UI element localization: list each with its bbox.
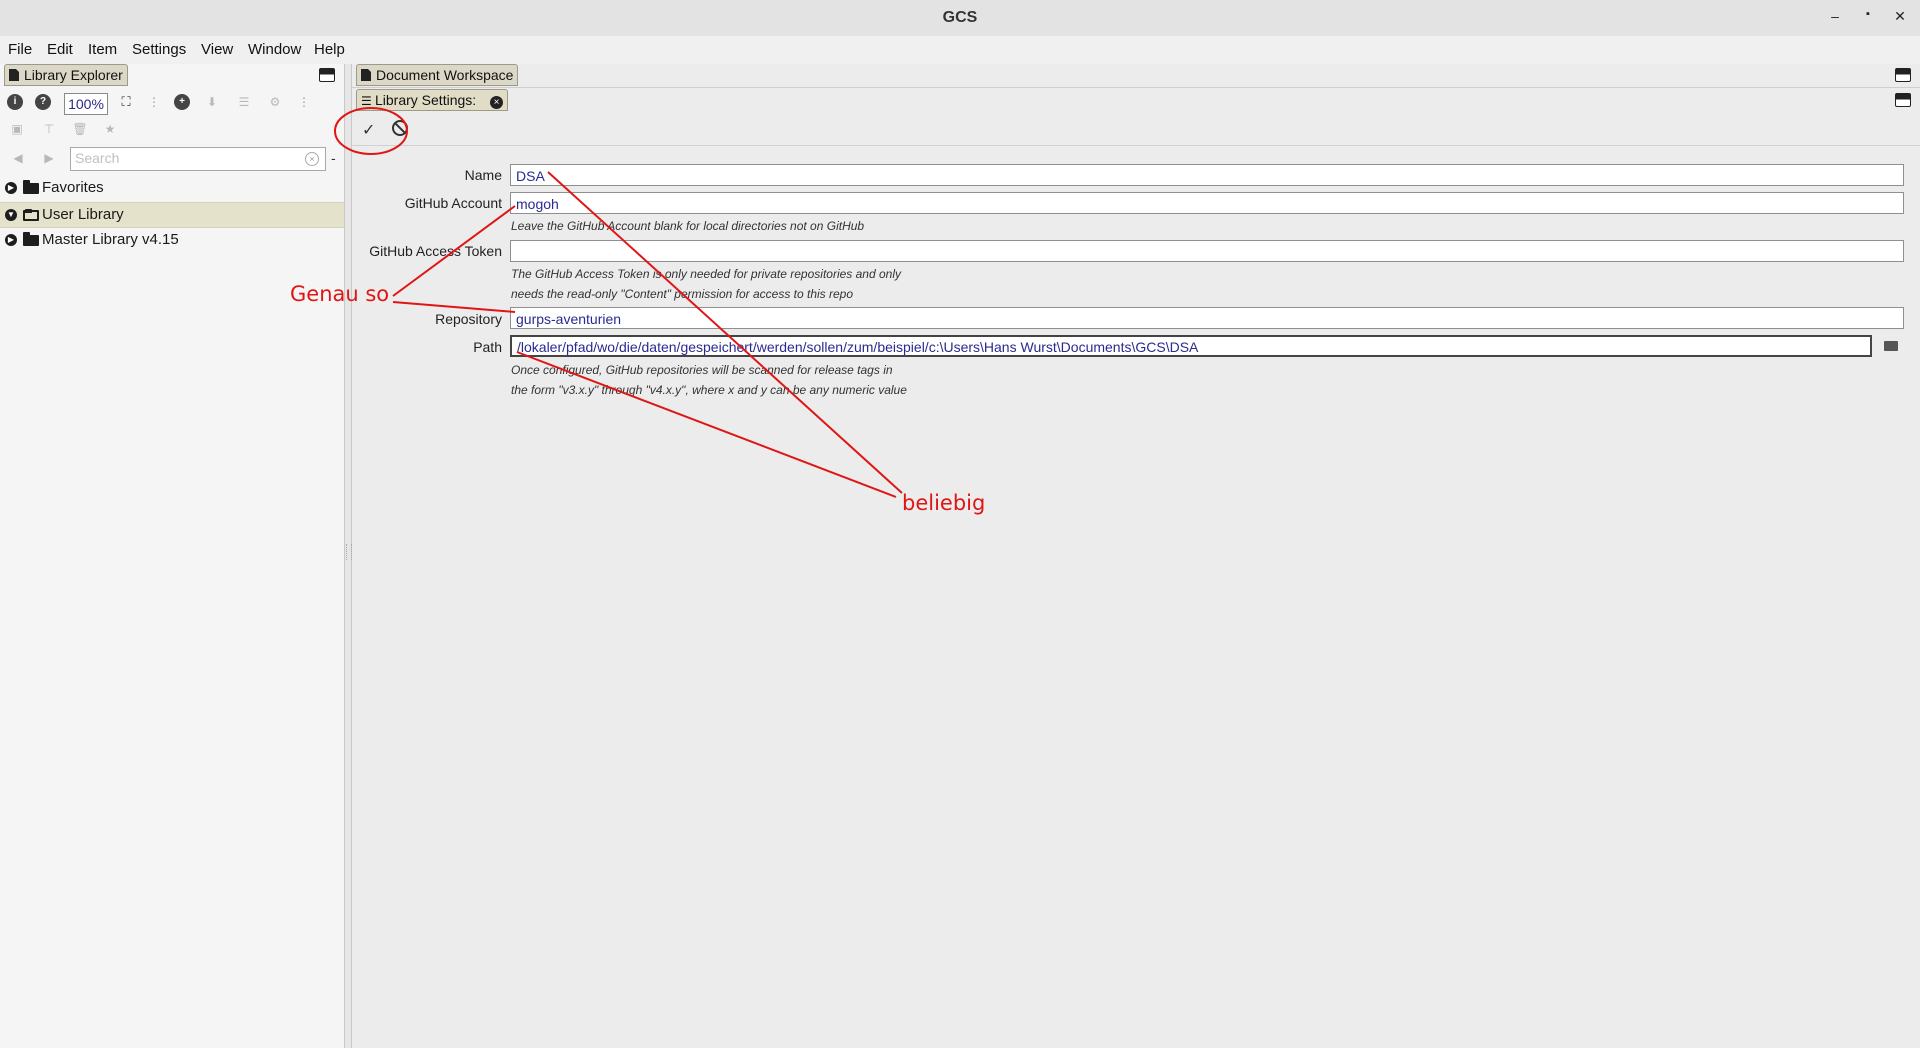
annotation-line: [392, 205, 516, 297]
annotation-line: [392, 301, 516, 313]
annotation-line: [516, 351, 897, 498]
annotation-circle: [334, 107, 408, 155]
annotation-genau-so: Genau so: [290, 282, 390, 306]
annotation-line: [547, 171, 903, 494]
annotation-overlay: [334, 107, 903, 498]
annotation-beliebig: beliebig: [902, 491, 986, 515]
